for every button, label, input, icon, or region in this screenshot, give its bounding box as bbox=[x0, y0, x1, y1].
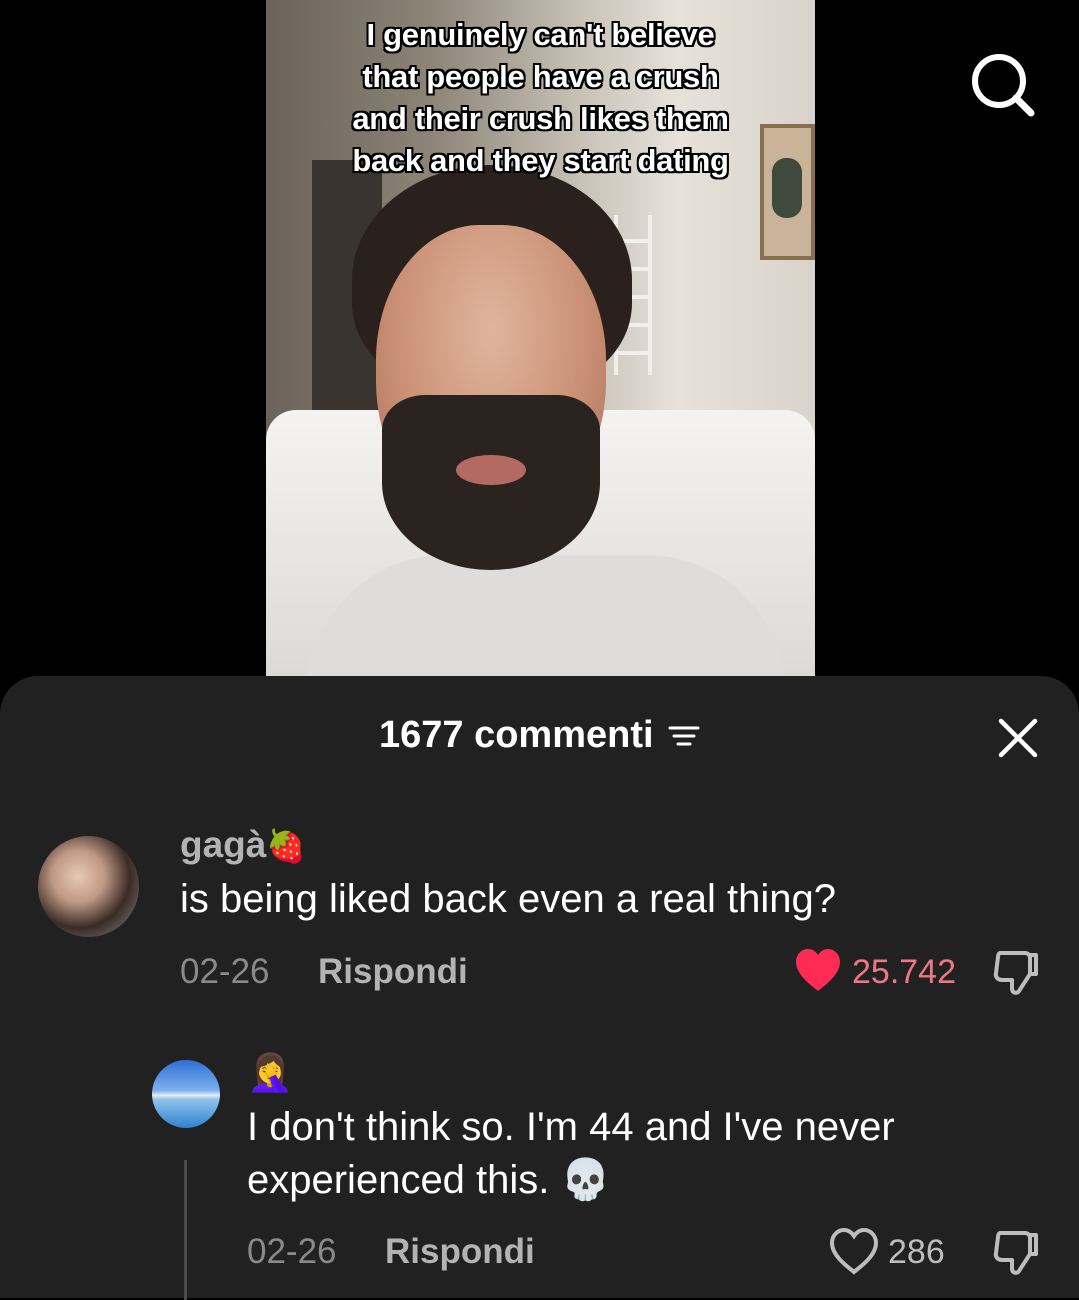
username-emoji: 🍓 bbox=[266, 828, 307, 864]
video-player[interactable]: I genuinely can't believe that people ha… bbox=[266, 0, 815, 676]
search-button[interactable] bbox=[968, 50, 1038, 120]
like-count: 286 bbox=[888, 1233, 945, 1271]
reply-thread-line bbox=[184, 1160, 187, 1300]
thumbs-down-icon[interactable] bbox=[992, 947, 1042, 997]
close-button[interactable] bbox=[996, 716, 1040, 760]
comments-sheet: 1677 commenti gagà🍓 is being liked back … bbox=[0, 676, 1079, 1300]
avatar[interactable] bbox=[38, 836, 139, 937]
comments-header: 1677 commenti bbox=[0, 714, 1079, 764]
comment-username[interactable]: gagà🍓 bbox=[180, 824, 306, 866]
video-person-shirt bbox=[306, 555, 786, 676]
comment-date: 02-26 bbox=[247, 1232, 337, 1271]
video-person-mouth bbox=[456, 455, 526, 485]
thumbs-down-icon[interactable] bbox=[992, 1227, 1042, 1277]
comment-date: 02-26 bbox=[180, 952, 270, 991]
search-icon bbox=[972, 54, 1035, 117]
comments-count: 1677 commenti bbox=[378, 714, 654, 756]
close-icon bbox=[998, 718, 1038, 758]
reply-button[interactable]: Rispondi bbox=[385, 1232, 535, 1272]
avatar[interactable] bbox=[152, 1060, 220, 1128]
filter-icon[interactable] bbox=[668, 722, 700, 750]
video-caption: I genuinely can't believe that people ha… bbox=[352, 17, 729, 178]
comment-text: I don't think so. I'm 44 and I've never … bbox=[247, 1105, 895, 1202]
reply-button[interactable]: Rispondi bbox=[318, 952, 468, 992]
like-count: 25.742 bbox=[852, 953, 956, 991]
comment-username-emoji[interactable]: 🤦‍♀️ bbox=[247, 1052, 293, 1095]
comment-text: is being liked back even a real thing? bbox=[180, 877, 836, 921]
username-text: gagà bbox=[180, 824, 267, 865]
heart-outline-icon[interactable] bbox=[829, 1228, 879, 1276]
heart-filled-icon[interactable] bbox=[793, 947, 843, 995]
